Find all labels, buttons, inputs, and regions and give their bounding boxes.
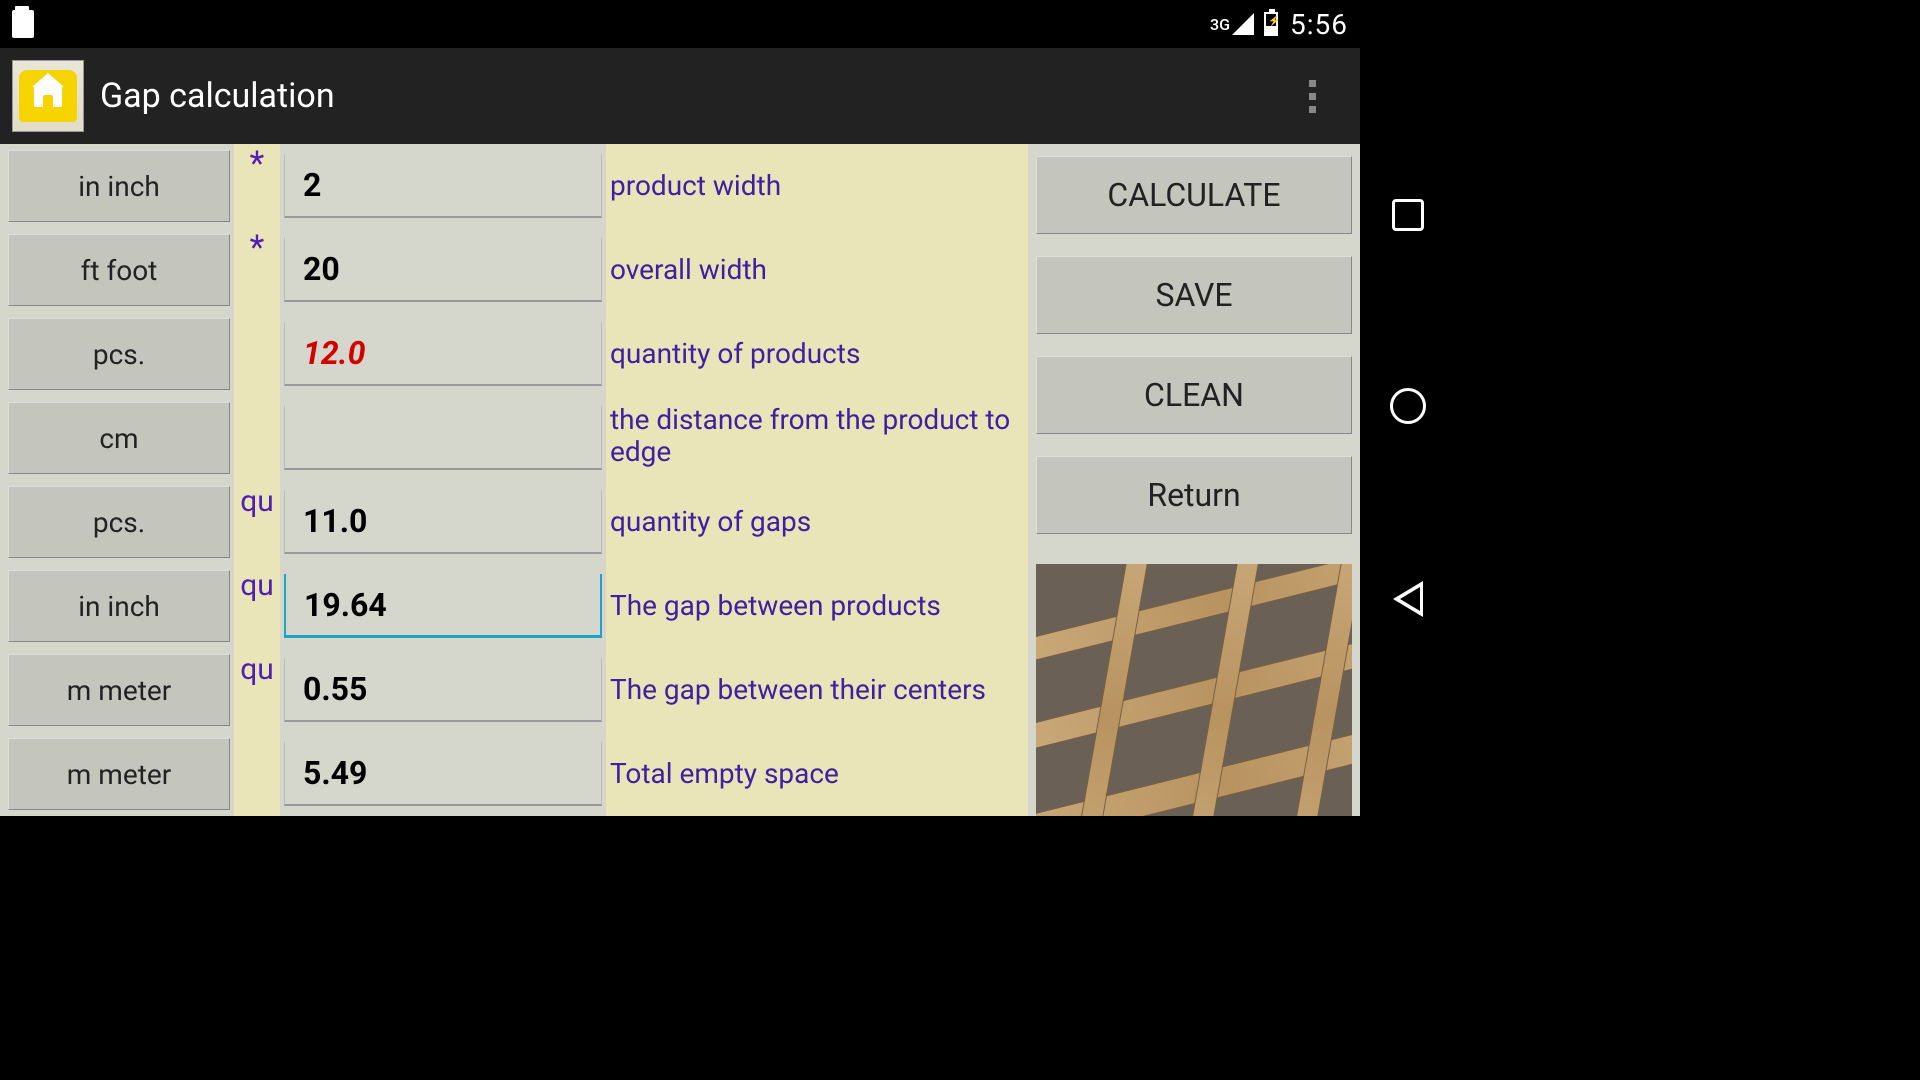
input-row: pcs. qu quantity of gaps [0,480,1028,564]
quantity-gaps-output[interactable] [284,490,602,554]
marker: qu [234,648,280,732]
gap-between-products-output[interactable] [284,574,602,638]
battery-icon: ⚡ [1264,12,1278,36]
field-label: overall width [606,228,1028,312]
app-icon[interactable] [12,60,84,132]
gap-between-centers-output[interactable] [284,658,602,722]
page-title: Gap calculation [100,76,1296,116]
marker: qu [234,480,280,564]
field-label: Total empty space [606,732,1028,816]
unit-button[interactable]: cm [8,402,230,474]
required-marker: * [234,228,280,312]
input-row: cm the distance from the product to edge [0,396,1028,480]
input-row: in inch * product width [0,144,1028,228]
input-row: in inch qu The gap between products [0,564,1028,648]
overall-width-input[interactable] [284,238,602,302]
field-label: The gap between products [606,564,1028,648]
status-bar: 3G ⚡ 5:56 [0,0,1360,48]
field-label: quantity of gaps [606,480,1028,564]
field-label: the distance from the product to edge [606,396,1028,480]
input-row: m meter Total empty space [0,732,1028,816]
home-button[interactable] [1390,388,1426,424]
unit-button[interactable]: m meter [8,654,230,726]
return-button[interactable]: Return [1036,456,1352,534]
side-panel: CALCULATE SAVE CLEAN Return [1028,144,1360,816]
edge-distance-input[interactable] [284,406,602,470]
field-label: The gap between their centers [606,648,1028,732]
calculate-button[interactable]: CALCULATE [1036,156,1352,234]
overflow-menu-icon[interactable] [1296,72,1328,120]
action-bar: Gap calculation [0,48,1360,144]
field-label: quantity of products [606,312,1028,396]
illustration-image [1036,564,1352,816]
clock: 5:56 [1290,8,1348,41]
unit-button[interactable]: pcs. [8,318,230,390]
required-marker: * [234,144,280,228]
back-button[interactable] [1393,581,1423,617]
content-area: in inch * product width ft foot * overal… [0,144,1360,816]
unit-button[interactable]: pcs. [8,486,230,558]
input-row: m meter qu The gap between their centers [0,648,1028,732]
unit-button[interactable]: ft foot [8,234,230,306]
total-empty-space-output[interactable] [284,742,602,806]
input-row: ft foot * overall width [0,228,1028,312]
quantity-products-output[interactable] [284,322,602,386]
unit-button[interactable]: m meter [8,738,230,810]
clean-button[interactable]: CLEAN [1036,356,1352,434]
recent-apps-button[interactable] [1392,199,1424,231]
network-indicator: 3G [1210,15,1230,34]
marker [234,396,280,480]
signal-icon [1232,13,1254,35]
product-width-input[interactable] [284,154,602,218]
marker [234,312,280,396]
unit-button[interactable]: in inch [8,570,230,642]
field-label: product width [606,144,1028,228]
system-nav-bar [1360,0,1456,816]
marker: qu [234,564,280,648]
marker [234,732,280,816]
input-row: pcs. quantity of products [0,312,1028,396]
save-button[interactable]: SAVE [1036,256,1352,334]
unit-button[interactable]: in inch [8,150,230,222]
sd-card-icon [12,10,34,38]
